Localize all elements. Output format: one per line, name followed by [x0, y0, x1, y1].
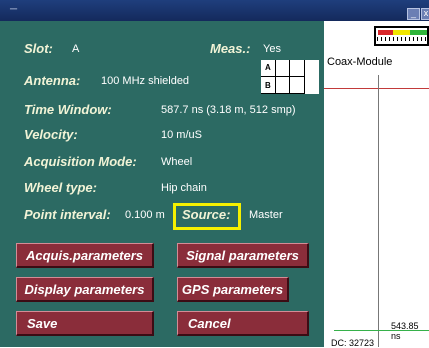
save-button[interactable]: Save [16, 311, 154, 336]
velocity-label: Velocity: [24, 127, 78, 142]
cancel-button[interactable]: Cancel [177, 311, 309, 336]
acquisition-parameters-button[interactable]: Acquis.parameters [16, 243, 154, 268]
antenna-label: Antenna: [24, 73, 81, 88]
meas-value: Yes [263, 43, 281, 55]
time-window-value: 587.7 ns (3.18 m, 512 smp) [161, 104, 296, 116]
acquisition-mode-label: Acquisition Mode: [24, 154, 137, 169]
signal-level-meter [374, 26, 429, 46]
point-interval-value: 0.100 m [125, 209, 165, 221]
time-window-label: Time Window: [24, 102, 112, 117]
meas-label: Meas.: [210, 41, 251, 56]
point-interval-label: Point interval: [24, 207, 111, 222]
wheel-type-label: Wheel type: [24, 180, 97, 195]
close-button[interactable]: x [421, 8, 429, 20]
meter-yellow-segment [393, 30, 410, 35]
antenna-value: 100 MHz shielded [101, 75, 190, 87]
minimize-button[interactable]: _ [407, 8, 420, 20]
source-value: Master [249, 209, 283, 221]
window-titlebar: ─ _ x [0, 0, 429, 21]
signal-cursor-line [378, 75, 379, 347]
slot-label: Slot: [24, 41, 53, 56]
slot-grid: A B [261, 60, 319, 94]
grid-letter-b: B [265, 81, 271, 90]
slot-value: A [72, 43, 80, 55]
signal-view[interactable] [324, 21, 429, 347]
meter-green-segment [410, 30, 427, 35]
wheel-type-value: Hip chain [161, 182, 207, 194]
app-icon[interactable]: ─ [10, 4, 17, 15]
acquisition-mode-value: Wheel [161, 156, 193, 168]
display-parameters-button[interactable]: Display parameters [16, 277, 154, 302]
time-marker-label: 543.85 ns [391, 321, 419, 341]
meter-red-segment [378, 30, 393, 35]
signal-parameters-button[interactable]: Signal parameters [177, 243, 309, 268]
grid-letter-a: A [265, 63, 271, 72]
signal-trace-red [324, 88, 429, 89]
module-label: Coax-Module [327, 56, 393, 68]
gps-parameters-button[interactable]: GPS parameters [177, 277, 289, 302]
source-label: Source: [182, 207, 231, 222]
meter-scale [377, 37, 426, 41]
velocity-value: 10 m/uS [161, 129, 202, 141]
